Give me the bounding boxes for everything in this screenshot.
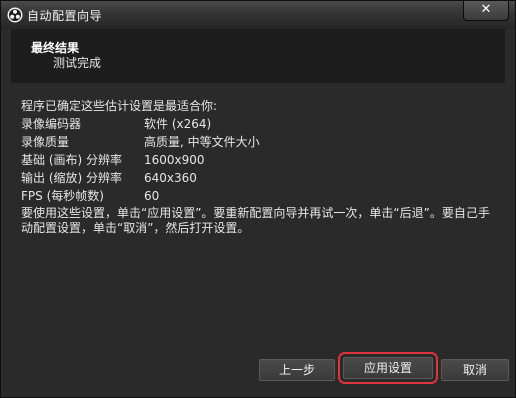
result-row-base-resolution: 基础 (画布) 分辨率 1600x900 bbox=[21, 151, 499, 169]
result-row-encoder: 录像编码器 软件 (x264) bbox=[21, 115, 499, 133]
back-button[interactable]: 上一步 bbox=[259, 359, 335, 381]
results-summary: 程序已确定这些估计设置是最适合你: 录像编码器 软件 (x264) 录像质量 高… bbox=[21, 97, 499, 236]
page-body: 程序已确定这些估计设置是最适合你: 录像编码器 软件 (x264) 录像质量 高… bbox=[11, 83, 505, 389]
result-row-output-resolution: 输出 (缩放) 分辨率 640x360 bbox=[21, 169, 499, 187]
wizard-window: 自动配置向导 ✕ 最终结果 测试完成 程序已确定这些估计设置是最适合你: 录像编… bbox=[0, 0, 516, 398]
result-label: 录像质量 bbox=[21, 135, 70, 149]
result-label: 录像编码器 bbox=[21, 117, 82, 131]
result-row-quality: 录像质量 高质量, 中等文件大小 bbox=[21, 133, 499, 151]
obs-logo-icon bbox=[7, 7, 23, 23]
result-value: 60 bbox=[144, 189, 160, 203]
page-header: 最终结果 测试完成 bbox=[11, 29, 505, 83]
close-button[interactable]: ✕ bbox=[463, 1, 509, 21]
window-title: 自动配置向导 bbox=[27, 9, 103, 23]
result-label: 输出 (缩放) 分辨率 bbox=[21, 171, 122, 185]
summary-intro: 程序已确定这些估计设置是最适合你: bbox=[21, 99, 218, 113]
instructions-note: 要使用这些设置，单击“应用设置”。要重新配置向导并再试一次，单击“后退”。要自己… bbox=[21, 206, 490, 235]
result-row-fps: FPS (每秒帧数) 60 bbox=[21, 187, 499, 205]
result-value: 软件 (x264) bbox=[144, 117, 212, 131]
result-label: 基础 (画布) 分辨率 bbox=[21, 153, 122, 167]
result-value: 1600x900 bbox=[144, 153, 205, 167]
page-subtitle: 测试完成 bbox=[53, 56, 102, 70]
title-bar[interactable]: 自动配置向导 ✕ bbox=[1, 1, 515, 29]
close-icon: ✕ bbox=[480, 2, 492, 17]
cancel-button[interactable]: 取消 bbox=[441, 359, 509, 381]
wizard-content: 最终结果 测试完成 程序已确定这些估计设置是最适合你: 录像编码器 软件 (x2… bbox=[11, 29, 509, 389]
result-value: 高质量, 中等文件大小 bbox=[144, 135, 260, 149]
result-label: FPS (每秒帧数) bbox=[21, 189, 104, 203]
apply-settings-button[interactable]: 应用设置 bbox=[338, 352, 438, 384]
result-value: 640x360 bbox=[144, 171, 197, 185]
